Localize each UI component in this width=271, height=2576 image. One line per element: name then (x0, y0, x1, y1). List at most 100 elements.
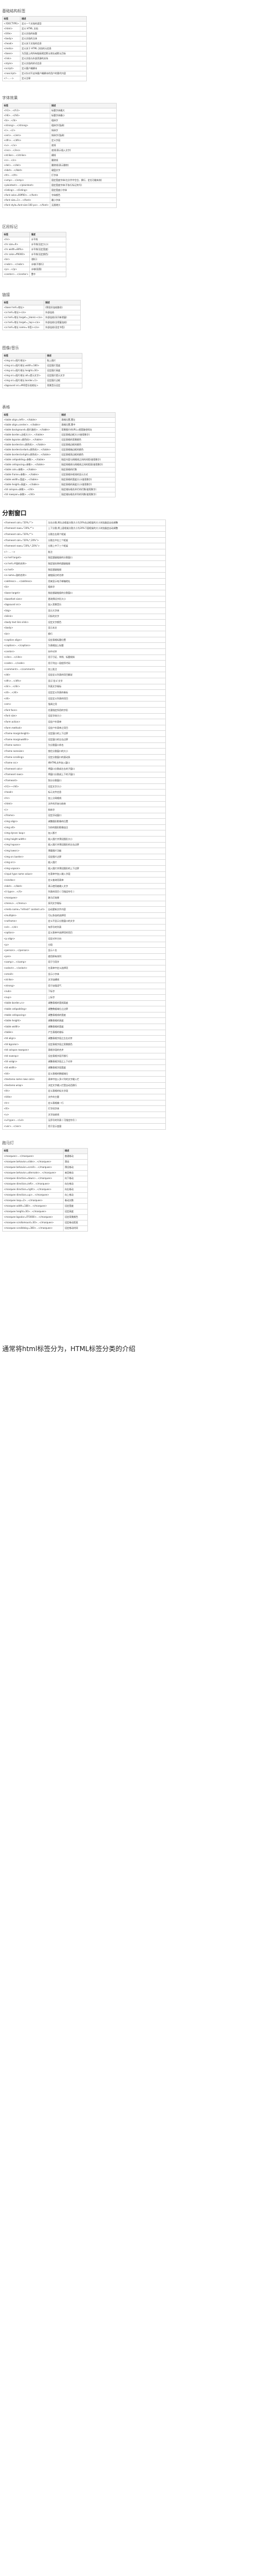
description-cell: 定义注释 (20, 76, 87, 81)
description-cell: 调整图形影像的位置 (46, 818, 166, 825)
table-row: <font color=00ff00>...</font> 字体颜色 (2, 193, 117, 198)
tag-cell: <a href> (2, 566, 47, 573)
description-cell: 插入图片 (46, 859, 166, 866)
table-row: <td valign> 调整表格字段之上下对齐 (2, 1058, 166, 1066)
table-row: <frame name> 为分割窗口命名 (2, 742, 166, 749)
tag-table-blocks: 标签 描述 <hr> 水平线 <hr size=9> 水平线(设定大小) <hr width… (2, 232, 67, 277)
section-frames: 分割窗口 <frameset cols="20%,*"> 左右分割,将左边框架分割大… (0, 508, 271, 1130)
description-cell: 设定图片边界 (46, 853, 166, 860)
tag-cell: <frameset> (2, 777, 47, 784)
description-cell: 在表单中定义选择项 (46, 965, 166, 972)
table-row: <kbd>...</kbd> 表示使用者输入文字 (2, 882, 166, 890)
tag-cell: <address>....</address> (2, 578, 47, 585)
description-cell: 向上卷动 (63, 1192, 88, 1198)
tag-cell: <textarea wrap> (2, 1082, 47, 1089)
table-row: <em>...</em> 斜体字(强调) (2, 133, 117, 138)
table-row: <table height> 调整表格的高度 (2, 1017, 166, 1025)
tag-cell: <td align> (2, 1035, 47, 1042)
tag-cell: <hr> (2, 237, 30, 242)
description-cell: 普通卷动 (63, 1153, 88, 1160)
table-row: <h6>...</h6> 标题字体最小 (2, 113, 117, 118)
description-cell: 指定表格的栏数 (60, 467, 116, 472)
description-cell: 用于列出一段程序代码 (46, 660, 166, 667)
table-row: <table width> 调整表格的宽度 (2, 1024, 166, 1030)
description-cell: (换行) (29, 257, 67, 262)
table-row: <img vspace> 插入图片并预设图形的上下边界 (2, 865, 166, 872)
description-cell: 水域(段落) (29, 267, 67, 272)
tag-cell: 标签 (2, 103, 51, 108)
section-blocks: 区段标记 标签 描述 <hr> 水平线 <hr size=9> 水平线(设定大小) <hr w… (0, 225, 271, 277)
table-header-row: 标签 描述 (2, 16, 87, 22)
description-cell: 任意指定所用的字形 (46, 707, 166, 714)
tag-cell: <td valign> (2, 1058, 47, 1066)
table-row: <bgsound src=MID音乐档地址> 背景音乐设定 (2, 383, 82, 388)
table-row: <form action> 设定户外表单 (2, 719, 166, 725)
table-row: <marquee direction=right>...</marquee> 向右… (2, 1186, 88, 1193)
table-row: <dfn>...</dfn> 显示'定义'文字 (2, 678, 166, 684)
table-row: <table> 产生表格的卷标 (2, 1029, 166, 1036)
description-cell: 自动更新文件内容 (46, 906, 166, 913)
tag-cell: 标签 (2, 232, 30, 237)
table-row: <small> 显示小字体 (2, 970, 166, 978)
table-row: <font size> 设定字体大小 (2, 713, 166, 720)
tag-cell: 标签 (2, 300, 44, 305)
tag-cell: <dl>...</dl> (2, 689, 47, 696)
section-tables: 表格 标签 描述 <table align=left>...</table> 表格位置,… (0, 405, 271, 497)
tag-cell: <marquee behavior=scroll>...</marquee> (2, 1164, 64, 1171)
table-row: <hr size=9> 水平线(设定大小) (2, 242, 67, 247)
description-cell: 调整表格的高度 (46, 1017, 166, 1025)
description-cell: 水平线(设定颜色) (29, 252, 67, 257)
description-cell: 可以多选的选择项 (46, 912, 166, 919)
description-cell: 粗体字 (50, 118, 117, 123)
document-page: 基础结构标签 标签 描述 <!DOCTYPE> 定义一个文档的类型 <html> 定义 HT… (0, 0, 271, 1232)
description-cell: 闪烁的文字 (46, 613, 166, 620)
tag-cell: <marquee> (2, 895, 47, 901)
table-row: <title> 文件的主题 (2, 1094, 166, 1100)
description-cell: 背景音乐设定 (45, 383, 82, 388)
tag-cell: <p align> (2, 936, 47, 942)
description-cell: 文字加底线 (46, 1111, 166, 1118)
description-cell: 左右分割,将左边框架分割大小为20%右边框架的大小浏览器会自动调整 (46, 520, 166, 526)
description-cell: 删除线 (50, 158, 117, 163)
table-row: <font face> 任意指定所用的字形 (2, 707, 166, 714)
table-row: <table cols=参数>...</table> 指定表格的栏数 (2, 467, 116, 472)
description-cell: 字体颜色 (50, 193, 117, 198)
tag-cell: <blink> (2, 613, 47, 620)
tag-cell: <dfn>...</dfn> (2, 678, 47, 684)
tag-cell: <frame name> (2, 742, 47, 749)
description-cell: 定义文档的标题 (20, 31, 87, 37)
description-cell: 划分分割窗口 (46, 777, 166, 784)
tag-cell: <kbd>...</kbd> (2, 882, 47, 890)
tag-cell: <table align=center>...</table> (2, 422, 60, 428)
table-row: <td> 定义表格的数据域位 (2, 1070, 166, 1077)
description-cell: 无限增大 (50, 202, 117, 208)
description-cell: 为页面上的所有链接规定默认地址或默认目标 (20, 51, 87, 56)
tag-cell: <center>...</center> (2, 272, 30, 277)
description-cell: 删除线(表示删除) (50, 163, 117, 168)
description-cell: 外部连结(全视窗连结) (43, 320, 81, 325)
tag-cell: <font size> (2, 713, 47, 720)
tag-cell: <b> (2, 584, 47, 591)
tag-cell: <p> (2, 941, 47, 948)
description-cell: 设定分割窗口的滚动条 (46, 754, 166, 761)
table-row: <center>...</center> 置中 (2, 272, 67, 277)
table-row: <img hspace> 插入图片并预设图形的左右边界 (2, 842, 166, 849)
table-row: <marquee> 跑马灯效果 (2, 895, 166, 901)
tag-cell: <samp>...</samp> (2, 959, 47, 966)
description-cell: 用于加强语气 (46, 982, 166, 989)
table-row: <p>...</p> 水域(段落) (2, 267, 67, 272)
description-cell: 定义字段 (50, 138, 117, 143)
tag-cell: <meta name="refresh" content url> (2, 906, 47, 913)
table-row: <table bgcolor=颜色码>...</table> 设定表格的背景颜色 (2, 437, 116, 443)
table-row: <frameset cols="20%,*"> 左右分割,将左边框架分割大小为20… (2, 520, 166, 526)
tag-cell: <frameset rows="20%,*,20%"> (2, 543, 47, 549)
description-cell: 插入图片并预设图形的左右边界 (46, 842, 166, 849)
table-row: <code>...</code> 用于列出一段程序代码 (2, 660, 166, 667)
table-row: <listing>...</listing> 固定宽度小字体 (2, 188, 117, 193)
table-row: <marquee height=30>...</marquee> 设定高度 (2, 1208, 88, 1215)
description-cell: 固定宽度字体(不执行标记符号) (50, 183, 117, 188)
table-row: <dir>...</dir> 列表文字卷标 (2, 683, 166, 690)
tag-cell: <isindex> (2, 877, 47, 884)
tag-cell: <marquee>...</marquee> (2, 1153, 64, 1160)
table-row: <marquee width=180>...</marquee> 设定宽度 (2, 1203, 88, 1209)
